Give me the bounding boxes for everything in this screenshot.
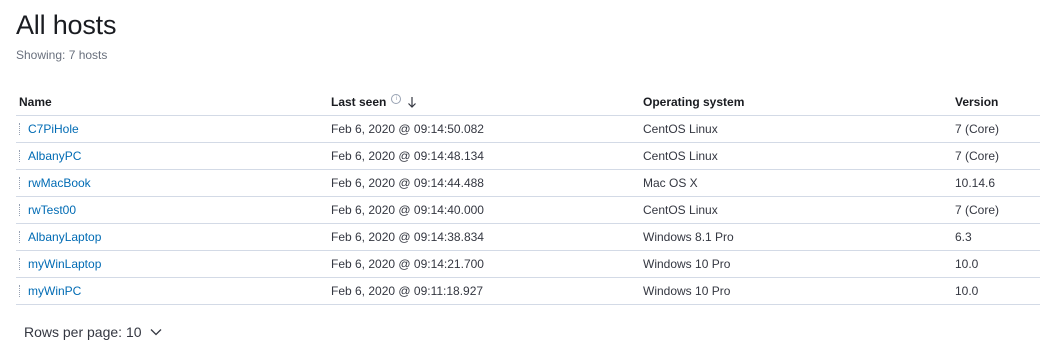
- column-header-name[interactable]: Name: [16, 88, 328, 116]
- version-cell: 7 (Core): [952, 142, 1040, 170]
- column-header-label: Version: [955, 94, 999, 109]
- last-seen-cell: Feb 6, 2020 @ 09:11:18.927: [328, 277, 640, 305]
- chevron-down-icon: [150, 329, 161, 336]
- version-cell: 10.0: [952, 250, 1040, 278]
- host-name-link[interactable]: myWinLaptop: [28, 257, 101, 271]
- rows-per-page-button[interactable]: Rows per page: 10: [24, 324, 162, 340]
- column-header-label: Last seen: [331, 94, 387, 109]
- host-name-link[interactable]: AlbanyLaptop: [28, 230, 101, 244]
- drag-handle-icon[interactable]: [19, 258, 21, 270]
- column-header-version[interactable]: Version: [952, 88, 1040, 116]
- last-seen-cell: Feb 6, 2020 @ 09:14:21.700: [328, 250, 640, 278]
- info-icon[interactable]: i: [391, 93, 402, 104]
- version-cell: 6.3: [952, 223, 1040, 251]
- column-header-label: Operating system: [643, 94, 745, 109]
- version-cell: 10.14.6: [952, 169, 1040, 197]
- table-header-row: Name Last seen i Operating system Versio…: [16, 88, 1040, 116]
- host-name-link[interactable]: AlbanyPC: [28, 149, 81, 163]
- host-name-link[interactable]: rwTest00: [28, 203, 76, 217]
- host-name-link[interactable]: rwMacBook: [28, 176, 91, 190]
- table-row: myWinLaptop Feb 6, 2020 @ 09:14:21.700 W…: [16, 250, 1040, 278]
- os-cell: Mac OS X: [640, 169, 952, 197]
- hosts-table: Name Last seen i Operating system Versio…: [16, 88, 1040, 305]
- drag-handle-icon[interactable]: [19, 285, 21, 297]
- version-cell: 7 (Core): [952, 196, 1040, 224]
- last-seen-cell: Feb 6, 2020 @ 09:14:44.488: [328, 169, 640, 197]
- os-cell: CentOS Linux: [640, 115, 952, 143]
- drag-handle-icon[interactable]: [19, 204, 21, 216]
- table-row: AlbanyLaptop Feb 6, 2020 @ 09:14:38.834 …: [16, 223, 1040, 251]
- os-cell: CentOS Linux: [640, 142, 952, 170]
- column-header-label: Name: [19, 94, 52, 109]
- arrow-down-icon[interactable]: [407, 96, 417, 108]
- last-seen-cell: Feb 6, 2020 @ 09:14:48.134: [328, 142, 640, 170]
- version-cell: 10.0: [952, 277, 1040, 305]
- table-row: rwMacBook Feb 6, 2020 @ 09:14:44.488 Mac…: [16, 169, 1040, 197]
- rows-per-page-label: Rows per page: 10: [24, 324, 142, 340]
- table-row: C7PiHole Feb 6, 2020 @ 09:14:50.082 Cent…: [16, 115, 1040, 143]
- host-count: Showing: 7 hosts: [16, 48, 108, 62]
- last-seen-cell: Feb 6, 2020 @ 09:14:50.082: [328, 115, 640, 143]
- drag-handle-icon[interactable]: [19, 150, 21, 162]
- last-seen-cell: Feb 6, 2020 @ 09:14:40.000: [328, 196, 640, 224]
- os-cell: Windows 10 Pro: [640, 277, 952, 305]
- os-cell: CentOS Linux: [640, 196, 952, 224]
- version-cell: 7 (Core): [952, 115, 1040, 143]
- drag-handle-icon[interactable]: [19, 123, 21, 135]
- host-name-link[interactable]: C7PiHole: [28, 122, 79, 136]
- os-cell: Windows 8.1 Pro: [640, 223, 952, 251]
- table-row: myWinPC Feb 6, 2020 @ 09:11:18.927 Windo…: [16, 277, 1040, 305]
- host-name-link[interactable]: myWinPC: [28, 284, 81, 298]
- table-row: rwTest00 Feb 6, 2020 @ 09:14:40.000 Cent…: [16, 196, 1040, 224]
- column-header-os[interactable]: Operating system: [640, 88, 952, 116]
- page-title: All hosts: [16, 10, 117, 40]
- last-seen-cell: Feb 6, 2020 @ 09:14:38.834: [328, 223, 640, 251]
- hosts-page: All hosts Showing: 7 hosts Name Last see…: [0, 0, 1040, 349]
- table-row: AlbanyPC Feb 6, 2020 @ 09:14:48.134 Cent…: [16, 142, 1040, 170]
- column-header-last-seen[interactable]: Last seen i: [328, 88, 640, 116]
- os-cell: Windows 10 Pro: [640, 250, 952, 278]
- drag-handle-icon[interactable]: [19, 231, 21, 243]
- drag-handle-icon[interactable]: [19, 177, 21, 189]
